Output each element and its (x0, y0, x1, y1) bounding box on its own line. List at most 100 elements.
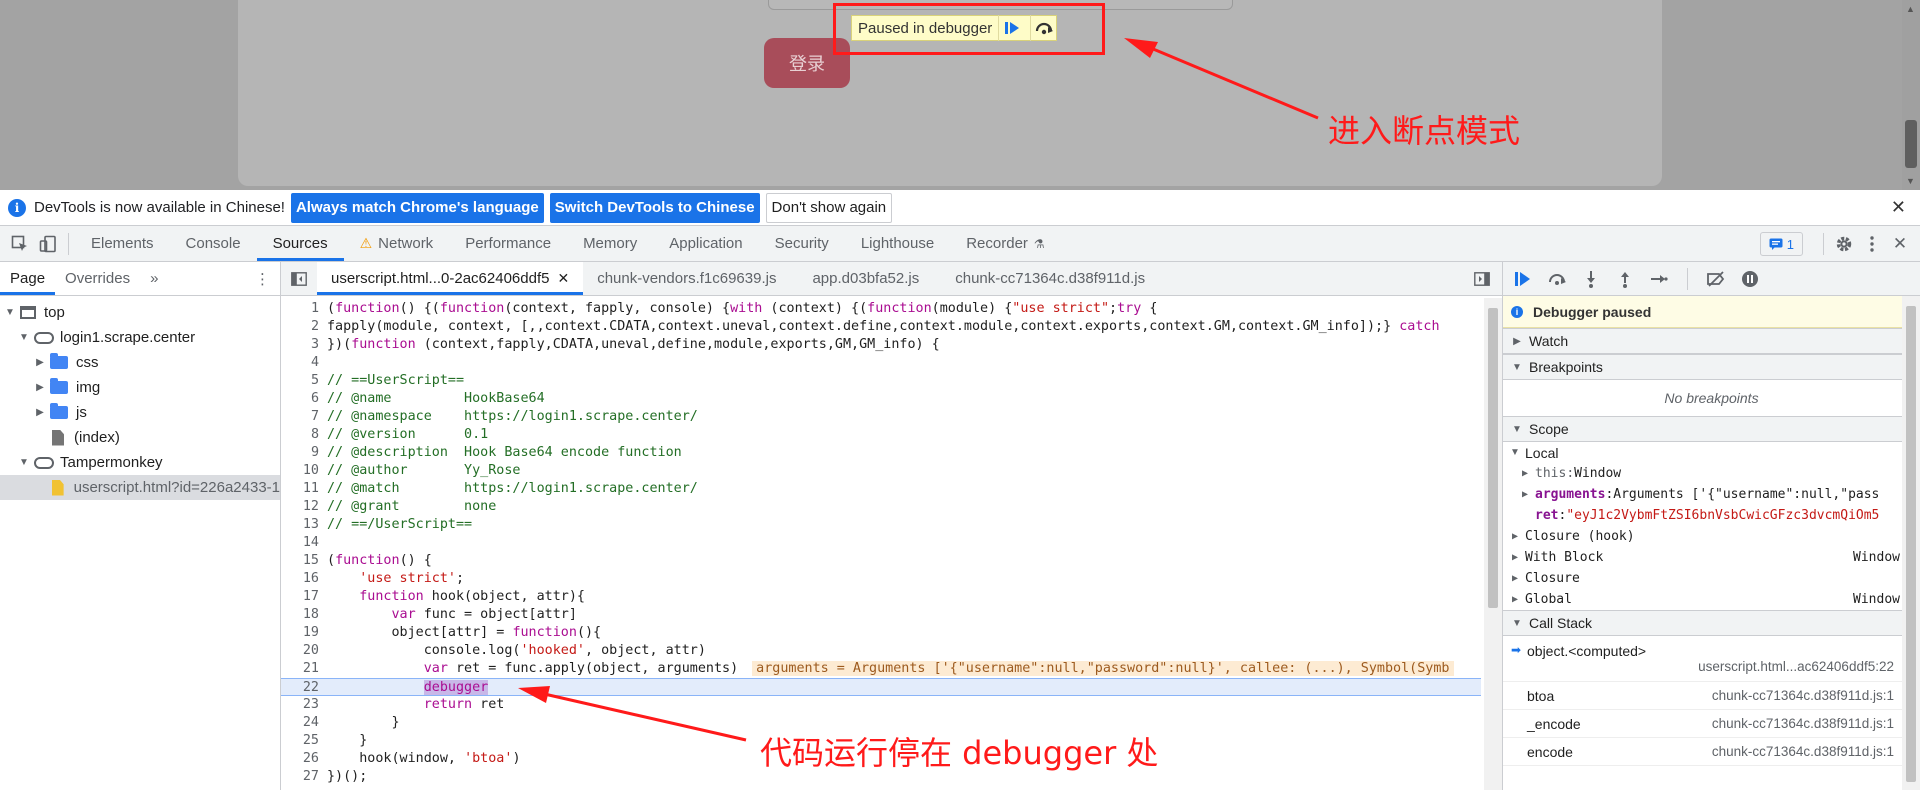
tree-item-tampermonkey[interactable]: ▼ Tampermonkey (0, 450, 280, 475)
collapse-triangle-icon[interactable]: ▶ (34, 407, 46, 418)
tab-memory[interactable]: Memory (567, 226, 653, 261)
editor-tab-userscript[interactable]: userscript.html...0-2ac62406ddf5 ✕ (317, 262, 584, 295)
call-frame-active[interactable]: ➡ object.<computed> userscript.html...ac… (1503, 636, 1920, 682)
scope-var-ret[interactable]: ret: "eyJ1c2VybmFtZSI6bnVsbCwicGFzc3dvcm… (1503, 505, 1920, 526)
tree-item-userscript[interactable]: userscript.html?id=226a2433-1 (0, 475, 280, 500)
toggle-navigator-icon[interactable] (281, 262, 317, 295)
tab-network[interactable]: ⚠ Network (344, 226, 450, 261)
call-frame[interactable]: btoa chunk-cc71364c.d38f911d.js:1 (1503, 682, 1920, 710)
tab-sources[interactable]: Sources (256, 226, 344, 261)
section-scope[interactable]: ▼ Scope (1503, 416, 1920, 442)
issues-badge[interactable]: 1 (1759, 232, 1803, 256)
info-icon: i (8, 198, 26, 217)
more-options-icon[interactable] (1858, 236, 1886, 252)
expand-triangle-icon[interactable]: ▼ (18, 332, 30, 343)
scope-closure[interactable]: ▶ Closure (1503, 568, 1920, 589)
code-line: 12// @grant none (302, 499, 497, 514)
close-tab-icon[interactable]: ✕ (557, 270, 569, 287)
nav-tab-overrides[interactable]: Overrides (55, 262, 140, 295)
dont-show-again-button[interactable]: Don't show again (765, 192, 893, 223)
close-icon[interactable]: ✕ (1891, 197, 1906, 218)
editor-tab-chunk-vendors[interactable]: chunk-vendors.f1c69639.js (583, 262, 790, 295)
expand-triangle-icon[interactable]: ▼ (18, 457, 30, 468)
device-toolbar-icon[interactable] (34, 226, 62, 261)
call-frame-location[interactable]: chunk-cc71364c.d38f911d.js:1 (1712, 744, 1894, 759)
tab-lighthouse[interactable]: Lighthouse (845, 226, 950, 261)
sources-navigator: Page Overrides » ⋮ ▼ top ▼ login1.scrape… (0, 262, 281, 790)
call-frame-location[interactable]: chunk-cc71364c.d38f911d.js:1 (1712, 688, 1894, 703)
step-into-icon[interactable] (1579, 267, 1603, 291)
scope-closure-hook[interactable]: ▶ Closure (hook) (1503, 526, 1920, 547)
code-line: 2 fapply(module, context, [,,context.CDAT… (310, 319, 1440, 334)
editor-scrollbar-thumb[interactable] (1488, 308, 1498, 608)
step-icon[interactable] (1647, 267, 1671, 291)
language-notice-bar: i DevTools is now available in Chinese! … (0, 190, 1920, 226)
inspect-element-icon[interactable] (6, 226, 34, 261)
scope-var-this[interactable]: ▶ this: Window (1503, 463, 1920, 484)
tab-recorder[interactable]: Recorder ⚗ (950, 226, 1060, 261)
always-match-language-button[interactable]: Always match Chrome's language (290, 192, 544, 223)
toggle-debugger-sidebar-icon[interactable] (1462, 262, 1502, 295)
call-frame-location[interactable]: chunk-cc71364c.d38f911d.js:1 (1712, 716, 1894, 731)
scope-label: Global (1525, 592, 1572, 607)
tab-recorder-label: Recorder (966, 235, 1028, 252)
pause-on-exceptions-icon[interactable] (1738, 267, 1762, 291)
code-line: 23 return ret (302, 697, 505, 712)
settings-gear-icon[interactable] (1830, 235, 1858, 253)
more-tabs-icon[interactable]: » (140, 262, 168, 295)
code-line: 1 (function() {(function(context, fapply,… (310, 301, 1158, 316)
step-out-icon[interactable] (1613, 267, 1637, 291)
code-line: 21 var ret = func.apply(object, argument… (281, 660, 1481, 678)
section-breakpoints[interactable]: ▼ Breakpoints (1503, 354, 1920, 380)
scroll-down-icon[interactable]: ▼ (1906, 176, 1915, 186)
step-over-icon[interactable] (1545, 267, 1569, 291)
source-code[interactable]: 1 (function() {(function(context, fapply,… (281, 300, 1481, 790)
tab-application[interactable]: Application (653, 226, 758, 261)
tree-item-top[interactable]: ▼ top (0, 300, 280, 325)
deactivate-breakpoints-icon[interactable] (1704, 267, 1728, 291)
page-scrollbar[interactable]: ▲ ▼ (1902, 0, 1920, 190)
sidebar-scrollbar-thumb[interactable] (1906, 306, 1916, 782)
tab-security[interactable]: Security (759, 226, 845, 261)
frame-icon (20, 306, 36, 319)
tree-item-index[interactable]: (index) (0, 425, 280, 450)
section-call-stack[interactable]: ▼ Call Stack (1503, 610, 1920, 636)
section-watch[interactable]: ▶ Watch (1503, 328, 1920, 354)
call-frame[interactable]: encode chunk-cc71364c.d38f911d.js:1 (1503, 738, 1920, 766)
tab-console[interactable]: Console (170, 226, 257, 261)
scope-local[interactable]: ▼ Local (1503, 442, 1920, 463)
close-devtools-icon[interactable]: ✕ (1886, 234, 1914, 254)
editor-tab-app[interactable]: app.d03bfa52.js (790, 262, 933, 295)
code-line: 3})(function (context,fapply,CDATA,uneva… (310, 337, 940, 352)
scroll-up-icon[interactable]: ▲ (1906, 4, 1915, 14)
scope-with-block[interactable]: ▶ With Block Window (1503, 547, 1920, 568)
tab-performance[interactable]: Performance (449, 226, 567, 261)
scope-global[interactable]: ▶ Global Window (1503, 589, 1920, 610)
page-scrollbar-thumb[interactable] (1905, 120, 1917, 168)
more-options-icon[interactable]: ⋮ (245, 262, 280, 295)
tree-item-login-domain[interactable]: ▼ login1.scrape.center (0, 325, 280, 350)
scope-var-arguments[interactable]: ▶ arguments: Arguments ['{"username":null… (1503, 484, 1920, 505)
expand-triangle-icon[interactable]: ▼ (4, 307, 16, 318)
code-line: 15 (function() { (302, 553, 432, 568)
tree-item-js[interactable]: ▶ js (0, 400, 280, 425)
call-frame-location[interactable]: userscript.html...ac62406ddf5:22 (1698, 659, 1894, 674)
editor-tab-chunk-cc[interactable]: chunk-cc71364c.d38f911d.js (933, 262, 1159, 295)
resume-icon[interactable] (1511, 267, 1535, 291)
call-frame[interactable]: _encode chunk-cc71364c.d38f911d.js:1 (1503, 710, 1920, 738)
tree-item-css[interactable]: ▶ css (0, 350, 280, 375)
collapse-triangle-icon[interactable]: ▶ (34, 357, 46, 368)
section-scope-label: Scope (1529, 421, 1569, 437)
tab-elements[interactable]: Elements (75, 226, 170, 261)
cloud-icon (34, 331, 54, 344)
nav-tab-page[interactable]: Page (0, 262, 56, 295)
switch-to-chinese-button[interactable]: Switch DevTools to Chinese (549, 192, 760, 223)
collapse-triangle-icon[interactable]: ▶ (34, 382, 46, 393)
tree-item-img[interactable]: ▶ img (0, 375, 280, 400)
editor-scrollbar[interactable] (1484, 298, 1502, 790)
sidebar-scrollbar[interactable] (1902, 296, 1920, 790)
code-line: 7// @namespace https://login1.scrape.cen… (310, 409, 698, 424)
file-icon (52, 479, 64, 496)
code-editor: userscript.html...0-2ac62406ddf5 ✕ chunk-… (281, 262, 1503, 790)
annotation-box (833, 3, 1105, 55)
